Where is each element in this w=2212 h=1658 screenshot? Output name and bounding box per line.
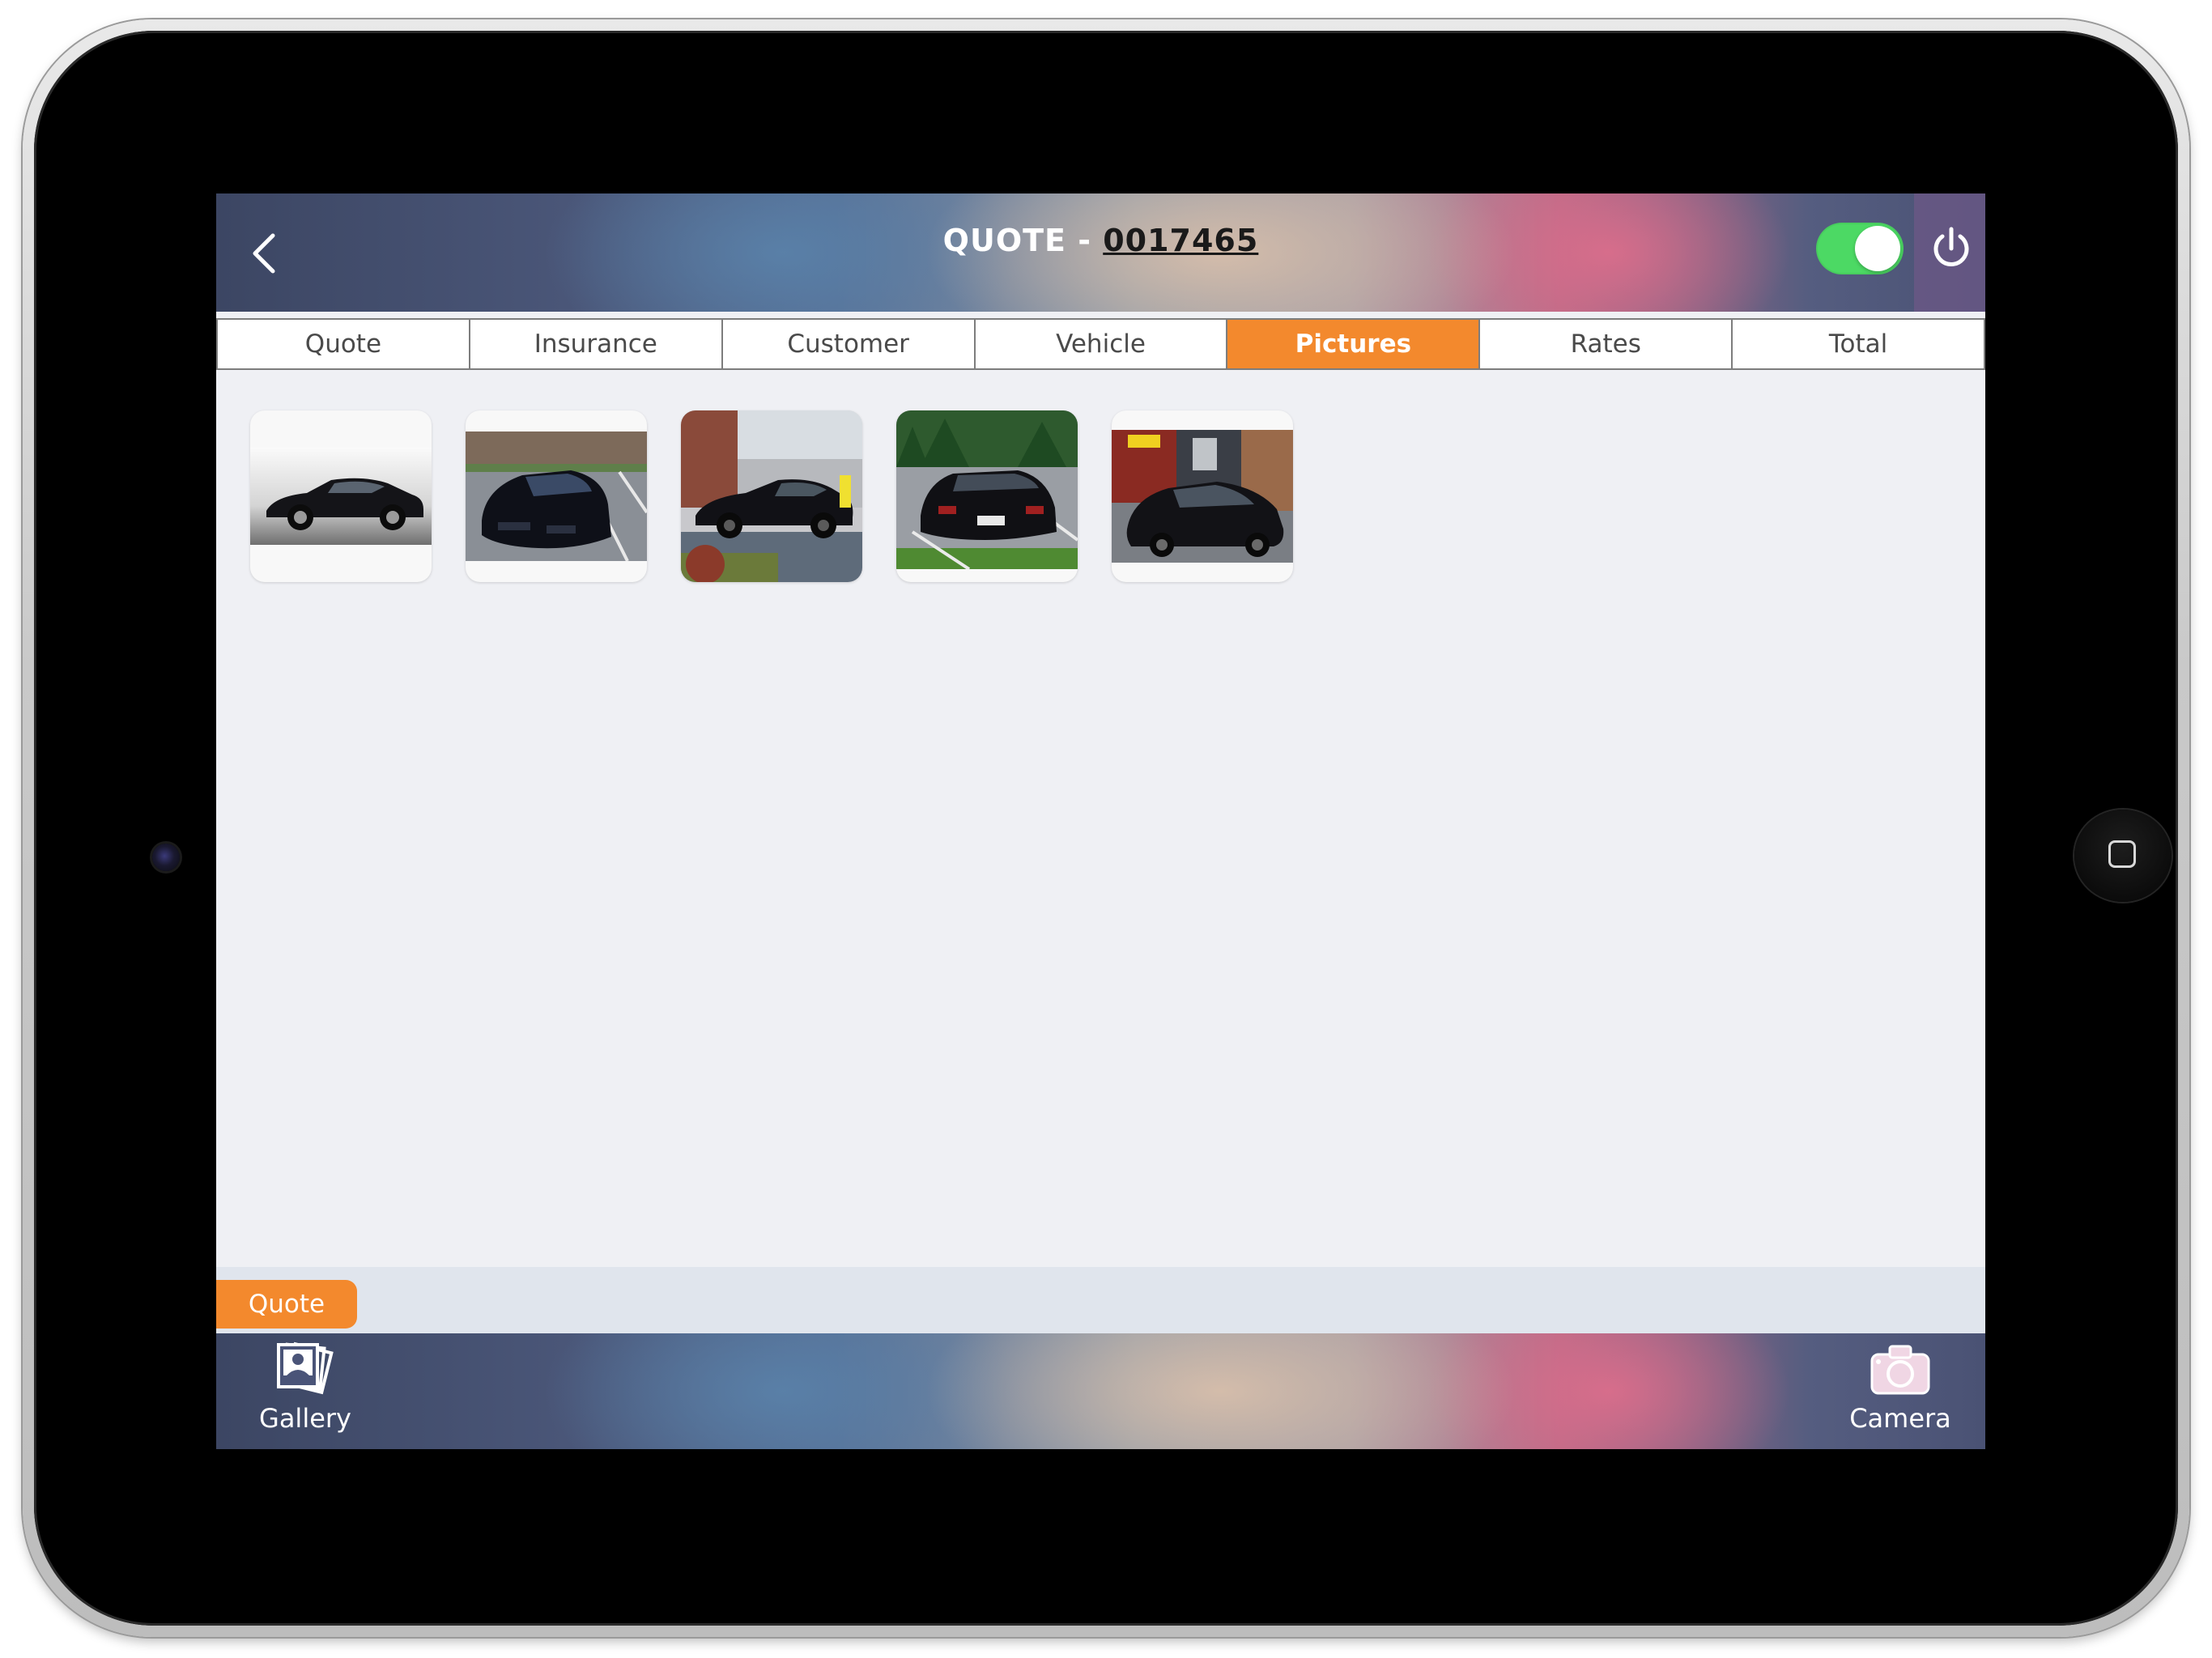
car-photo-image xyxy=(681,410,862,582)
power-area xyxy=(1914,193,1985,312)
picture-thumbnail-5[interactable] xyxy=(1112,410,1293,582)
quote-pill-button[interactable]: Quote xyxy=(216,1280,357,1329)
tab-pictures[interactable]: Pictures xyxy=(1226,320,1479,368)
picture-thumbnail-3[interactable] xyxy=(681,410,862,582)
tab-quote[interactable]: Quote xyxy=(216,320,469,368)
gallery-icon xyxy=(277,1341,334,1395)
tab-total[interactable]: Total xyxy=(1731,320,1985,368)
tab-customer[interactable]: Customer xyxy=(721,320,974,368)
header-bar: QUOTE - 0017465 xyxy=(216,193,1985,312)
car-photo-image xyxy=(896,410,1078,569)
tab-insurance[interactable]: Insurance xyxy=(468,320,721,368)
title-prefix: QUOTE - xyxy=(942,223,1104,258)
camera-button[interactable]: Camera xyxy=(1844,1340,1957,1434)
bottom-toolbar: Gallery Camera xyxy=(216,1333,1985,1449)
picture-thumbnail-2[interactable] xyxy=(466,410,647,582)
quote-strip: Quote xyxy=(216,1267,1985,1333)
home-button[interactable] xyxy=(2074,810,2172,902)
picture-thumbnail-4[interactable] xyxy=(896,410,1078,582)
gallery-button[interactable]: Gallery xyxy=(249,1340,362,1434)
app-screen: QUOTE - 0017465 Quote Insurance Customer… xyxy=(216,193,1985,1449)
camera-label: Camera xyxy=(1849,1403,1951,1434)
power-icon xyxy=(1933,227,1969,266)
car-photo-image xyxy=(1112,430,1293,563)
tab-bar: Quote Insurance Customer Vehicle Picture… xyxy=(216,318,1985,370)
quote-number-link[interactable]: 0017465 xyxy=(1103,223,1258,258)
tab-vehicle[interactable]: Vehicle xyxy=(973,320,1227,368)
camera-icon xyxy=(1870,1345,1930,1395)
power-button[interactable] xyxy=(1927,224,1976,273)
home-square-icon xyxy=(2108,840,2136,868)
mode-toggle[interactable] xyxy=(1816,223,1904,274)
car-photo-image xyxy=(466,432,647,561)
pictures-grid xyxy=(250,410,1293,582)
toggle-knob xyxy=(1855,226,1900,271)
gallery-label: Gallery xyxy=(259,1403,351,1434)
picture-thumbnail-1[interactable] xyxy=(250,410,432,582)
tab-rates[interactable]: Rates xyxy=(1478,320,1731,368)
car-photo-image xyxy=(250,448,432,545)
page-title: QUOTE - 0017465 xyxy=(216,223,1985,258)
front-camera-icon xyxy=(152,844,180,871)
